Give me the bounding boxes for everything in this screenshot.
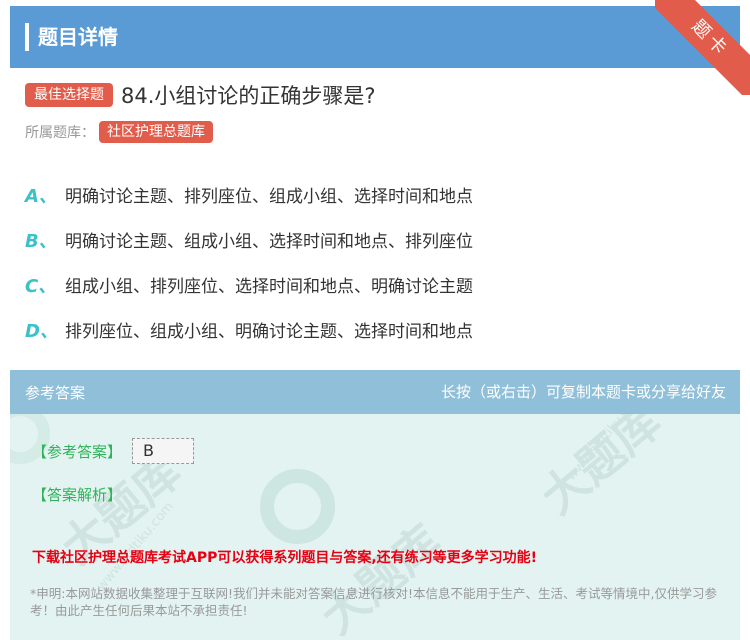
option-b[interactable]: B、 明确讨论主题、组成小组、选择时间和地点、排列座位 <box>25 217 473 262</box>
reference-answer-row: 【参考答案】 B <box>32 438 195 464</box>
option-letter: B、 <box>25 230 57 252</box>
page-header: 题目详情 <box>10 6 740 68</box>
ribbon-label: 题卡 <box>655 0 750 95</box>
option-text: 排列座位、组成小组、明确讨论主题、选择时间和地点 <box>65 322 473 342</box>
app-download-promo[interactable]: 下载社区护理总题库考试APP可以获得系列题目与答案,还有练习等更多学习功能! <box>32 547 537 567</box>
option-text: 组成小组、排列座位、选择时间和地点、明确讨论主题 <box>65 277 473 297</box>
page-title: 题目详情 <box>38 25 118 49</box>
corner-ribbon: 题卡 <box>655 0 750 95</box>
option-letter: A、 <box>25 185 57 207</box>
analysis-label: 【答案解析】 <box>32 486 123 504</box>
answer-panel-header: 参考答案 长按（或右击）可复制本题卡或分享给好友 <box>10 370 740 414</box>
option-text: 明确讨论主题、排列座位、组成小组、选择时间和地点 <box>65 187 473 207</box>
question-row: 最佳选择题 84.小组讨论的正确步骤是? <box>25 80 376 110</box>
share-hint: 长按（或右击）可复制本题卡或分享给好友 <box>440 383 726 401</box>
answer-label: 【参考答案】 <box>32 442 123 461</box>
question-bank-row: 所属题库： 社区护理总题库 <box>25 121 213 143</box>
question-text: 84.小组讨论的正确步骤是? <box>121 84 376 108</box>
option-c[interactable]: C、 组成小组、排列座位、选择时间和地点、明确讨论主题 <box>25 262 473 307</box>
bank-label: 所属题库： <box>25 125 95 141</box>
options-list: A、 明确讨论主题、排列座位、组成小组、选择时间和地点 B、 明确讨论主题、组成… <box>25 172 473 352</box>
answer-value: B <box>132 438 195 464</box>
watermark-logo-icon <box>260 469 335 544</box>
option-d[interactable]: D、 排列座位、组成小组、明确讨论主题、选择时间和地点 <box>25 307 473 352</box>
analysis-row: 【答案解析】 <box>32 484 122 505</box>
bank-link[interactable]: 社区护理总题库 <box>99 121 213 143</box>
option-text: 明确讨论主题、组成小组、选择时间和地点、排列座位 <box>65 232 473 252</box>
option-letter: D、 <box>25 320 58 342</box>
header-accent-bar <box>25 23 29 51</box>
question-type-badge: 最佳选择题 <box>25 83 113 107</box>
disclaimer-text: *申明:本网站数据收集整理于互联网!我们并未能对答案信息进行核对!本信息不能用于… <box>30 586 717 618</box>
answer-panel-title: 参考答案 <box>25 384 86 402</box>
option-a[interactable]: A、 明确讨论主题、排列座位、组成小组、选择时间和地点 <box>25 172 473 217</box>
option-letter: C、 <box>25 275 57 297</box>
